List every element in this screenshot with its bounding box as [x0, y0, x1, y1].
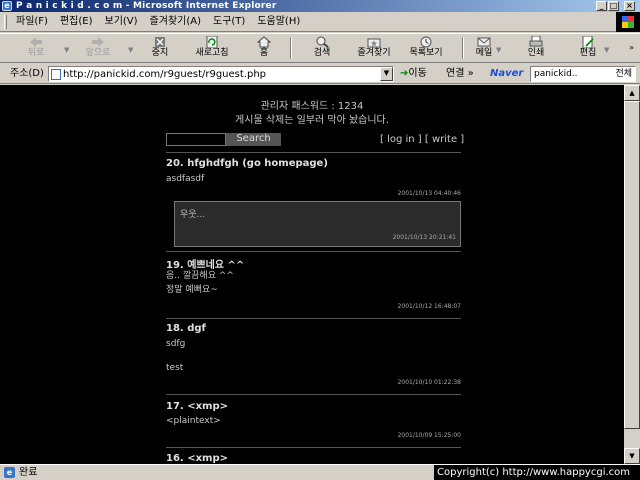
- status-page-icon: e: [4, 467, 15, 478]
- post-body-line: <plaintext>: [166, 416, 221, 426]
- menu-bar: 파일(F) 편집(E) 보기(V) 즐겨찾기(A) 도구(T) 도움말(H): [0, 12, 640, 32]
- back-arrow-icon: [30, 37, 42, 47]
- go-button[interactable]: ➔이동: [400, 67, 427, 81]
- refresh-icon: [206, 36, 218, 48]
- post-title[interactable]: 19. 예쁘네요 ^^: [166, 256, 244, 271]
- forward-dropdown-icon[interactable]: ▼: [128, 46, 133, 54]
- windows-logo-icon: [616, 12, 640, 32]
- favorites-folder-icon: [367, 38, 381, 48]
- post-title[interactable]: 18. dgf: [166, 323, 206, 334]
- reply-text: 우웃...: [180, 210, 206, 220]
- mail-button[interactable]: 메일: [470, 34, 498, 62]
- back-button[interactable]: 뒤로: [20, 34, 52, 62]
- links-button[interactable]: 연결 »: [446, 67, 474, 81]
- mail-icon: [477, 37, 491, 47]
- login-link[interactable]: [ log in ]: [380, 134, 422, 145]
- scroll-thumb[interactable]: [624, 101, 640, 429]
- post-body-line: test: [166, 363, 184, 373]
- close-button[interactable]: ×: [624, 1, 635, 11]
- title-bar: e P a n i c k i d . c o m - Microsoft In…: [0, 0, 640, 12]
- globe-search-icon: [316, 36, 329, 48]
- status-text: 완료: [19, 467, 38, 478]
- naver-logo[interactable]: Naver: [490, 68, 523, 79]
- search-input[interactable]: [166, 133, 226, 146]
- history-button[interactable]: 목록보기: [404, 34, 448, 62]
- divider: [166, 394, 461, 395]
- post-title[interactable]: 17. <xmp>: [166, 401, 228, 412]
- edit-page-icon: [582, 36, 594, 48]
- printer-icon: [529, 36, 543, 47]
- admin-password-notice: 관리자 패스워드 : 1234: [260, 101, 364, 112]
- write-link[interactable]: [ write ]: [425, 134, 464, 145]
- standard-toolbar: 뒤로 ▼ 앞으로 ▼ 중지 새로고침 홈 검색 즐겨찾기 목록보기 메일 ▼ 인…: [0, 33, 640, 63]
- forward-button[interactable]: 앞으로: [80, 34, 116, 62]
- post-body-line: 정말 예뻐요~: [166, 285, 218, 295]
- address-label: 주소(D): [10, 68, 44, 79]
- edit-button[interactable]: 편집: [574, 34, 602, 62]
- post-date: 2001/10/13 04:40:46: [397, 190, 461, 197]
- address-dropdown-icon[interactable]: ▼: [380, 67, 393, 81]
- edit-dropdown-icon[interactable]: ▼: [604, 46, 609, 54]
- toolbar-separator: [462, 37, 464, 59]
- scroll-down-icon[interactable]: ▼: [624, 448, 640, 464]
- home-button[interactable]: 홈: [252, 34, 276, 62]
- history-icon: [420, 36, 432, 48]
- naver-search-text: panickid..: [534, 69, 578, 79]
- toolbar-separator: [290, 37, 292, 59]
- ie-app-icon[interactable]: e: [2, 1, 12, 11]
- menu-grip[interactable]: [4, 15, 7, 29]
- divider: [166, 318, 461, 319]
- delete-notice: 게시물 삭제는 일부러 막아 놨습니다.: [235, 115, 389, 126]
- reply-date: 2001/10/13 20:21:41: [392, 234, 456, 241]
- address-input[interactable]: http://panickid.com/r9guest/r9guest.php …: [48, 66, 394, 82]
- divider: [166, 251, 461, 252]
- address-bar: 주소(D) http://panickid.com/r9guest/r9gues…: [0, 64, 640, 84]
- page-icon: [51, 69, 61, 80]
- back-dropdown-icon[interactable]: ▼: [64, 46, 69, 54]
- post-date: 2001/10/10 01:22:38: [397, 379, 461, 386]
- address-url[interactable]: http://panickid.com/r9guest/r9guest.php: [63, 68, 266, 81]
- copyright-overlay: Copyright(c) http://www.happycgi.com: [434, 465, 640, 480]
- forward-arrow-icon: [92, 37, 104, 47]
- naver-scope-select[interactable]: 전체: [615, 68, 632, 81]
- naver-search-input[interactable]: panickid.. 전체: [530, 66, 636, 82]
- stop-button[interactable]: 중지: [146, 34, 174, 62]
- search-button[interactable]: Search: [226, 133, 281, 146]
- menu-tools[interactable]: 도구(T): [207, 15, 251, 29]
- menu-help[interactable]: 도움말(H): [251, 15, 306, 29]
- menu-file[interactable]: 파일(F): [10, 15, 54, 29]
- board-links: [ log in ] [ write ]: [380, 134, 464, 145]
- favorites-button[interactable]: 즐겨찾기: [352, 34, 396, 62]
- menu-favorites[interactable]: 즐겨찾기(A): [144, 15, 207, 29]
- scroll-up-icon[interactable]: ▲: [624, 85, 640, 101]
- reply-box: 우웃... 2001/10/13 20:21:41: [174, 201, 461, 247]
- post-body-line: sdfg: [166, 339, 186, 349]
- post-date: 2001/10/09 15:25:00: [397, 432, 461, 439]
- toolbar-overflow-icon[interactable]: »: [629, 43, 634, 52]
- window-title: P a n i c k i d . c o m - Microsoft Inte…: [16, 1, 277, 11]
- print-button[interactable]: 인쇄: [522, 34, 550, 62]
- divider: [166, 447, 461, 448]
- post-body-line: asdfasdf: [166, 174, 205, 184]
- menu-view[interactable]: 보기(V): [99, 15, 144, 29]
- post-title[interactable]: 16. <xmp>: [166, 453, 228, 464]
- post-title[interactable]: 20. hfghdfgh (go homepage): [166, 158, 328, 169]
- maximize-button[interactable]: □: [608, 1, 619, 11]
- mail-dropdown-icon[interactable]: ▼: [496, 46, 501, 54]
- refresh-button[interactable]: 새로고침: [192, 34, 232, 62]
- minimize-button[interactable]: _: [596, 1, 607, 11]
- home-icon: [257, 36, 271, 48]
- menu-edit[interactable]: 편집(E): [54, 15, 99, 29]
- page-content: 관리자 패스워드 : 1234 게시물 삭제는 일부러 막아 놨습니다. Sea…: [0, 85, 624, 464]
- vertical-scrollbar[interactable]: ▲ ▼: [624, 85, 640, 464]
- divider: [166, 152, 461, 153]
- post-date: 2001/10/12 16:48:07: [397, 303, 461, 310]
- search-toolbar-button[interactable]: 검색: [306, 34, 338, 62]
- post-body-line: 음.. 깔끔해요 ^^: [166, 271, 234, 281]
- stop-icon: [155, 37, 165, 47]
